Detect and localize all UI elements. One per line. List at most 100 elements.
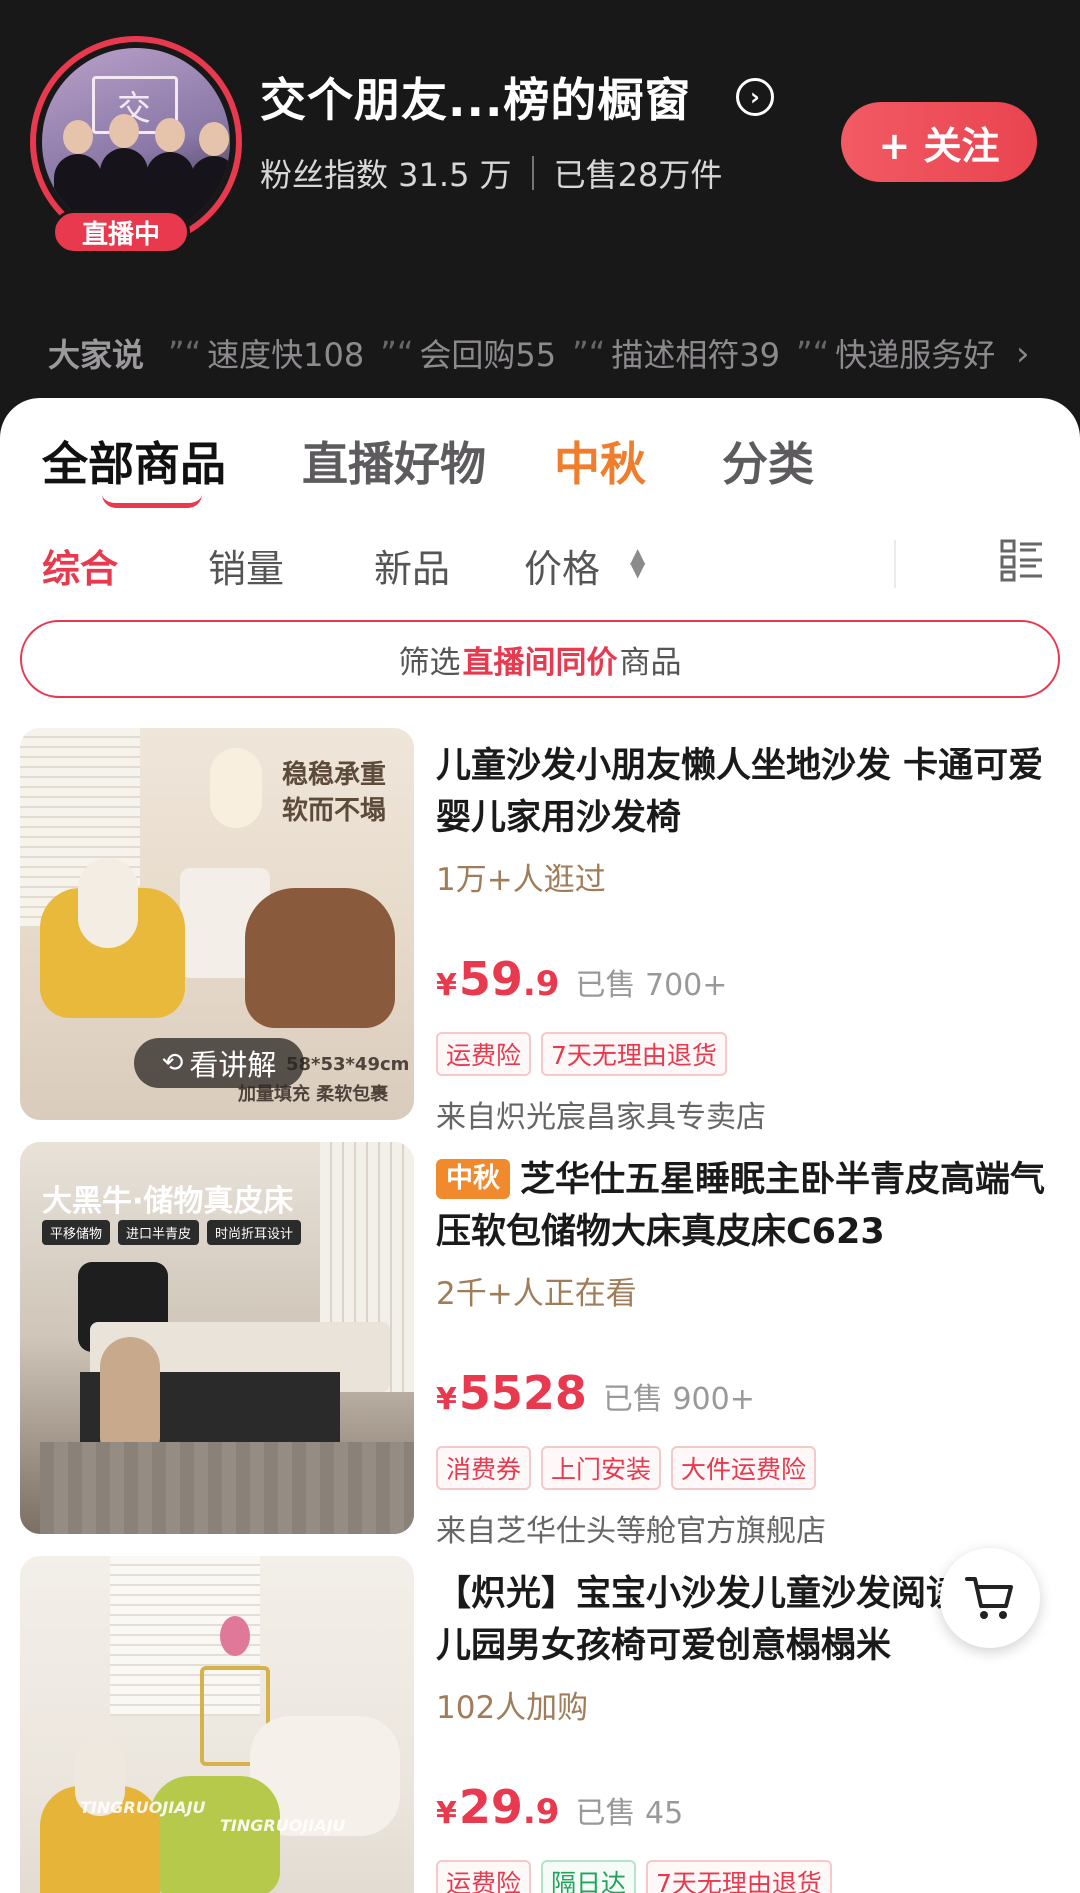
sort-price[interactable]: 价格 (524, 538, 600, 593)
avatar-image: 交 (42, 48, 230, 236)
sold-count: 已售 45 (575, 1796, 684, 1831)
chevron-right-icon[interactable]: › (736, 78, 774, 116)
follow-button[interactable]: + 关注 (841, 102, 1037, 182)
watch-label: 看讲解 (189, 1048, 277, 1082)
shop-name[interactable]: 交个朋友...榜的橱窗 (260, 64, 691, 130)
image-badge: 进口半青皮 (118, 1220, 200, 1245)
quote-mark: ”“ (796, 334, 830, 372)
same-price-filter[interactable]: 筛选 直播间同价 商品 (20, 620, 1060, 698)
image-slogan: 软而不塌 (282, 796, 387, 826)
rug (40, 1442, 414, 1534)
review-chip: 速度快108 (207, 336, 365, 374)
sold-count: 已售 700+ (575, 968, 728, 1003)
sort-bar: 综合 销量 新品 价格 ▲ ▼ (42, 538, 1042, 602)
active-tab-indicator (102, 494, 202, 508)
product-price: ¥59.9 (436, 952, 560, 1006)
service-tag: 上门安装 (541, 1446, 662, 1490)
product-info: 儿童沙发小朋友懒人坐地沙发 卡通可爱 婴儿家用沙发椅 1万+人逛过 ¥59.9 … (436, 740, 1060, 1135)
floating-cart-button[interactable] (940, 1548, 1040, 1648)
brown-sofa (245, 888, 395, 1028)
service-tag: 运费险 (436, 1032, 532, 1076)
tab-mid-autumn[interactable]: 中秋 (554, 428, 646, 494)
product-image[interactable]: 大黑牛·储物真皮床 平移储物 进口半青皮 时尚折耳设计 (20, 1142, 414, 1534)
avatar-head (109, 114, 139, 148)
avatar-head (155, 118, 185, 152)
product-price: ¥5528 (436, 1366, 587, 1420)
product-image[interactable]: TINGRUOJIAJU TINGRUOJIAJU (20, 1556, 414, 1893)
image-watermark: TINGRUOJIAJU (220, 1816, 346, 1835)
product-popularity: 1万+人逛过 (436, 862, 606, 898)
festival-tag: 中秋 (436, 1159, 510, 1199)
filter-prefix: 筛选 (398, 644, 461, 681)
sort-updown-icon[interactable]: ▲ ▼ (630, 545, 645, 579)
category-tabs: 全部商品 直播好物 中秋 分类 (42, 428, 1042, 508)
sort-new[interactable]: 新品 (374, 538, 450, 593)
review-chip: 描述相符39 (611, 336, 781, 374)
product-title[interactable]: 中秋 芝华仕五星睡眠主卧半青皮高端气压软包储物大床真皮床C623 (436, 1154, 1060, 1258)
watch-explain-button[interactable]: ⟲ 看讲解 (134, 1038, 304, 1088)
price-row: ¥59.9 已售 700+ (436, 952, 727, 1006)
list-layout-icon[interactable] (1000, 538, 1044, 582)
tab-all-products[interactable]: 全部商品 (42, 428, 226, 494)
reviews-strip[interactable]: 大家说 ”“ 速度快108 ”“ 会回购55 ”“ 描述相符39 ”“ 快递服务… (48, 330, 1048, 376)
sort-divider (894, 540, 896, 588)
image-badges: 平移储物 进口半青皮 时尚折耳设计 (42, 1220, 302, 1245)
shop-header: 交 直播中 交个朋友...榜的橱窗 › 粉丝指数 31.5 万 已售28万件 +… (0, 0, 1080, 420)
service-tag: 7天无理由退货 (646, 1860, 832, 1893)
product-panel: 全部商品 直播好物 中秋 分类 综合 销量 新品 价格 ▲ ▼ 筛选 直播间同价 … (0, 398, 1080, 1893)
cart-icon (965, 1577, 1013, 1619)
service-tag: 大件运费险 (671, 1446, 817, 1490)
replay-icon: ⟲ (161, 1048, 184, 1078)
filter-suffix: 商品 (619, 644, 682, 681)
service-tag: 隔日达 (541, 1860, 637, 1893)
avatar-person (190, 156, 230, 236)
price-row: ¥5528 已售 900+ (436, 1366, 755, 1420)
product-info: 中秋 芝华仕五星睡眠主卧半青皮高端气压软包储物大床真皮床C623 2千+人正在看 … (436, 1154, 1060, 1549)
review-chip: 会回购55 (419, 336, 557, 374)
sold-count: 已售 900+ (602, 1382, 755, 1417)
product-popularity: 2千+人正在看 (436, 1276, 637, 1312)
image-watermark: TINGRUOJIAJU (80, 1798, 206, 1817)
stats-divider (531, 156, 534, 190)
avatar-head (199, 122, 229, 156)
sold-count: 已售28万件 (553, 156, 723, 194)
avatar-head (63, 120, 93, 154)
product-price: ¥29.9 (436, 1780, 560, 1834)
tab-live-goods[interactable]: 直播好物 (302, 428, 486, 494)
chevron-right-icon[interactable]: › (1016, 334, 1030, 374)
product-card[interactable]: 稳稳承重 软而不塌 58*53*49cm 加量填充 柔软包裹 ⟲ 看讲解 儿童沙… (20, 728, 1060, 1135)
service-tags: 运费险 隔日达 7天无理由退货 (436, 1860, 842, 1893)
product-card[interactable]: 大黑牛·储物真皮床 平移储物 进口半青皮 时尚折耳设计 中秋 芝华仕五星睡眠主卧半… (20, 1142, 1060, 1549)
image-badge: 平移储物 (42, 1220, 111, 1245)
baby (78, 858, 138, 948)
product-title[interactable]: 儿童沙发小朋友懒人坐地沙发 卡通可爱 婴儿家用沙发椅 (436, 740, 1060, 844)
price-row: ¥29.9 已售 45 (436, 1780, 683, 1834)
reviews-label: 大家说 (48, 336, 145, 374)
image-slogan: 稳稳承重 (282, 760, 387, 790)
store-name[interactable]: 来自芝华仕头等舱官方旗舰店 (436, 1506, 826, 1550)
image-size-label: 58*53*49cm (286, 1054, 410, 1075)
review-chip: 快递服务好 (835, 336, 996, 374)
flowers (220, 1616, 250, 1656)
quote-mark: ”“ (572, 334, 606, 372)
service-tag: 7天无理由退货 (541, 1032, 727, 1076)
service-tags: 消费券 上门安装 大件运费险 (436, 1446, 826, 1490)
store-name[interactable]: 来自炽光宸昌家具专卖店 (436, 1092, 766, 1136)
product-card[interactable]: TINGRUOJIAJU TINGRUOJIAJU 【炽光】宝宝小沙发儿童沙发阅… (20, 1556, 1060, 1893)
quote-mark: ”“ (380, 334, 414, 372)
service-tags: 运费险 7天无理由退货 (436, 1032, 737, 1076)
live-badge[interactable]: 直播中 (52, 210, 190, 254)
shop-stats: 粉丝指数 31.5 万 已售28万件 (260, 150, 722, 196)
filter-highlight: 直播间同价 (462, 644, 618, 681)
fans-index: 粉丝指数 31.5 万 (260, 156, 512, 194)
service-tag: 消费券 (436, 1446, 532, 1490)
image-badge: 时尚折耳设计 (207, 1220, 302, 1245)
quote-mark: ”“ (168, 334, 202, 372)
product-image[interactable]: 稳稳承重 软而不塌 58*53*49cm 加量填充 柔软包裹 ⟲ 看讲解 (20, 728, 414, 1120)
sort-comprehensive[interactable]: 综合 (42, 538, 118, 593)
image-title: 大黑牛·储物真皮床 (42, 1184, 294, 1219)
service-tag: 运费险 (436, 1860, 532, 1893)
tab-categories[interactable]: 分类 (722, 428, 814, 494)
sort-sales[interactable]: 销量 (208, 538, 284, 593)
product-popularity: 102人加购 (436, 1690, 589, 1726)
